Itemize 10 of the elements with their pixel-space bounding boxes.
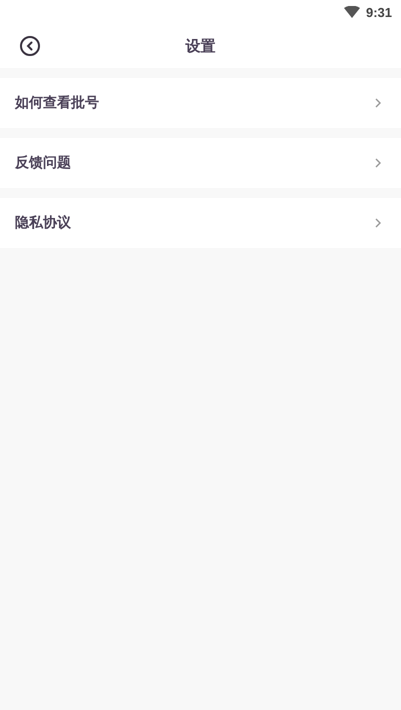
settings-item[interactable]: 隐私协议 <box>0 198 401 248</box>
back-button[interactable] <box>19 35 41 57</box>
settings-item[interactable]: 如何查看批号 <box>0 78 401 128</box>
settings-item[interactable]: 反馈问题 <box>0 138 401 188</box>
page-title: 设置 <box>186 36 216 56</box>
status-time: 9:31 <box>366 4 392 20</box>
chevron-icon <box>375 98 381 108</box>
wifi-icon <box>344 6 360 18</box>
chevron-icon <box>375 158 381 168</box>
chevron-icon <box>375 218 381 228</box>
